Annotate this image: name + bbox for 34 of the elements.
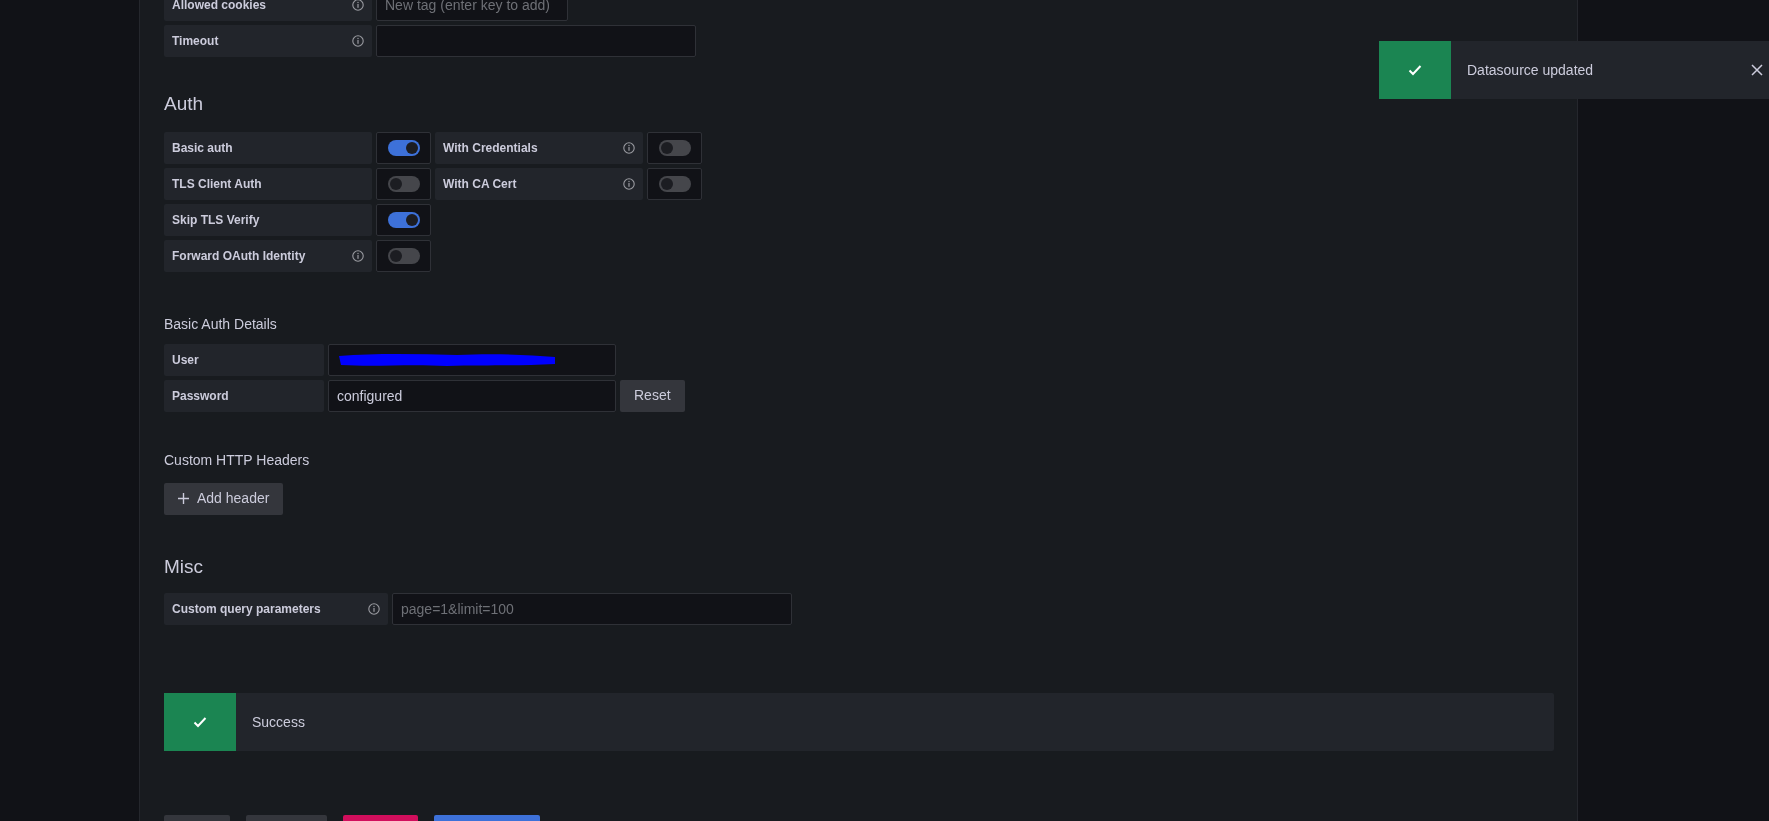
toggle-switch[interactable] — [376, 239, 431, 272]
text-field[interactable]: page=1&limit=100 — [392, 593, 792, 625]
check-icon — [1408, 64, 1422, 76]
close-icon[interactable] — [1751, 64, 1763, 76]
reset-button[interactable]: Reset — [620, 379, 685, 412]
plus-icon — [178, 493, 189, 504]
toggle-switch[interactable] — [376, 167, 431, 200]
toast-message: Datasource updated — [1466, 60, 1594, 80]
toggle-switch[interactable] — [376, 131, 431, 164]
text-field[interactable] — [328, 343, 616, 376]
label-text: Skip TLS Verify — [172, 211, 260, 229]
label-text: Password — [172, 387, 229, 405]
toggle-switch[interactable] — [647, 131, 702, 164]
text-field[interactable]: New tag (enter key to add) — [376, 0, 568, 21]
toggle-switch[interactable] — [376, 203, 431, 236]
section-heading: Misc — [164, 554, 205, 579]
label-text: Timeout — [172, 33, 219, 50]
text-field[interactable]: configured — [328, 379, 616, 412]
toggle-switch[interactable] — [647, 167, 702, 200]
section-heading: Basic Auth Details — [164, 314, 278, 334]
add-header-button[interactable]: Add header — [164, 482, 284, 515]
label-text: With CA Cert — [443, 175, 517, 193]
label-text: Basic auth — [172, 139, 233, 157]
label-text: TLS Client Auth — [172, 175, 262, 193]
label-text: User — [172, 351, 199, 369]
alert-text: Success — [251, 712, 305, 732]
section-heading: Auth — [164, 92, 205, 116]
label-text: Custom query parameters — [172, 601, 321, 618]
text-field[interactable] — [376, 25, 696, 57]
label-text: With Credentials — [443, 139, 538, 157]
label-text: Forward OAuth Identity — [172, 247, 306, 265]
label-text: Allowed cookies — [172, 0, 267, 14]
section-heading: Custom HTTP Headers — [164, 450, 311, 470]
check-icon — [193, 716, 207, 728]
